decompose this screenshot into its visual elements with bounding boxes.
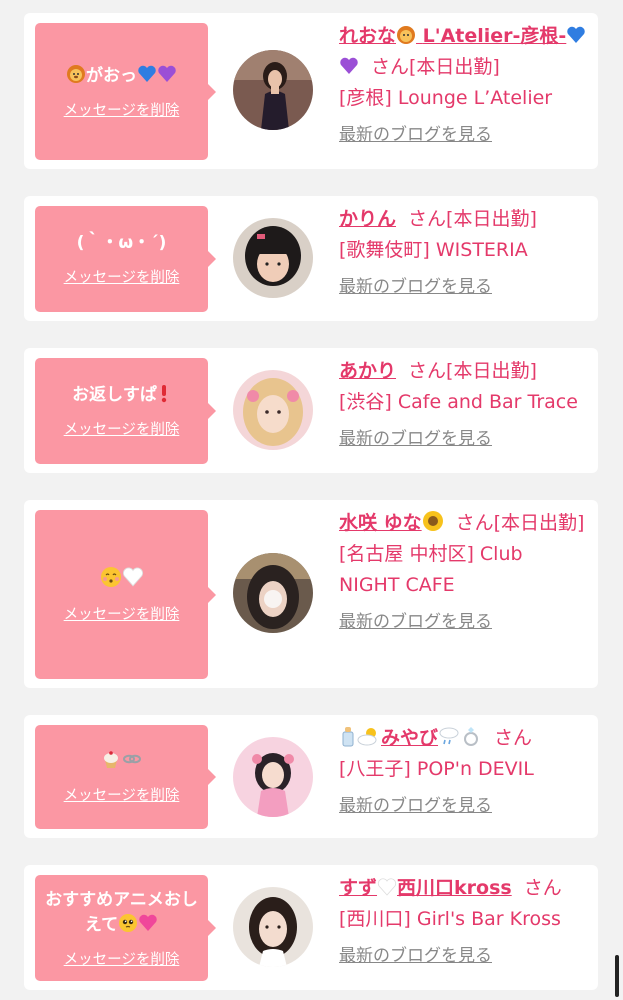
honorific: さん xyxy=(523,877,562,899)
latest-blog-link[interactable]: 最新のブログを見る xyxy=(339,607,589,638)
shop-name: [歌舞伎町] WISTERIA xyxy=(339,239,528,261)
exclamation-icon xyxy=(161,385,167,403)
message-bubble: メッセージを削除 xyxy=(35,510,216,679)
sunflower-icon xyxy=(422,511,443,531)
honorific: さん xyxy=(408,360,447,382)
cast-name-link[interactable]: かりん xyxy=(339,208,396,230)
latest-blog-link[interactable]: 最新のブログを見る xyxy=(339,791,589,822)
cast-info: あかり さん[本日出勤] [渋谷] Cafe and Bar Trace 最新のブ… xyxy=(339,356,589,455)
avatar-woman-dark-dress-icon xyxy=(233,50,313,130)
message-text xyxy=(101,749,143,774)
latest-blog-link[interactable]: 最新のブログを見る xyxy=(339,120,589,151)
honorific: さん xyxy=(455,512,494,534)
cast-name-link[interactable]: 水咲 ゆな xyxy=(339,511,444,534)
white-heart-icon xyxy=(377,878,397,896)
cast-name-link[interactable]: すず 西川口kross xyxy=(339,877,512,899)
message-text xyxy=(100,566,144,593)
baby-bottle-icon xyxy=(342,727,354,747)
delete-message-link[interactable]: メッセージを削除 xyxy=(64,266,180,287)
honorific: さん xyxy=(494,727,533,749)
purple-heart-icon xyxy=(340,57,358,74)
cast-info: 水咲 ゆな さん[本日出勤] [名古屋 中村区] Club NIGHT CAFE … xyxy=(339,508,589,638)
message-text: おすすめアニメおしえて xyxy=(45,889,198,935)
message-card: メッセージを削除 みやび さん [八王子] POP'n DEVIL 最新のブログを… xyxy=(24,715,598,838)
message-text: お返しすぱ xyxy=(72,383,171,408)
message-bubble: メッセージを削除 xyxy=(35,725,216,829)
cast-info: すず 西川口kross さん [西川口] Girl's Bar Kross 最新のブ… xyxy=(339,873,589,972)
ring-icon xyxy=(464,727,479,746)
work-status: [本日出勤] xyxy=(446,360,537,382)
message-bubble: がおっ メッセージを削除 xyxy=(35,23,216,160)
delete-message-link[interactable]: メッセージを削除 xyxy=(64,784,180,805)
sun-cloud-icon xyxy=(357,728,377,746)
white-heart-icon xyxy=(122,567,143,586)
cloud-rain-icon xyxy=(439,727,459,745)
work-status: [本日出勤] xyxy=(446,208,537,230)
cast-name-link[interactable]: みやび xyxy=(339,727,482,749)
avatar[interactable] xyxy=(233,370,313,450)
message-card: がおっ メッセージを削除 れおな L'Atelier-彦根-さん[本日出勤] [… xyxy=(24,13,598,169)
work-status: [本日出勤] xyxy=(409,56,500,78)
work-status: [本日出勤] xyxy=(493,512,585,534)
kissing-face-icon xyxy=(100,566,121,587)
message-bubble: お返しすぱ メッセージを削除 xyxy=(35,358,216,464)
avatar[interactable] xyxy=(233,218,313,298)
scrollbar[interactable] xyxy=(615,955,619,997)
message-card: おすすめアニメおしえて メッセージを削除 すず 西川口kross さん [西川口] … xyxy=(24,865,598,990)
honorific: さん xyxy=(371,56,410,78)
link-icon xyxy=(122,754,141,764)
shop-name: [名古屋 中村区] Club NIGHT CAFE xyxy=(339,543,523,596)
message-text: (｀・ω・´) xyxy=(76,233,167,253)
avatar-pink-idol-icon xyxy=(233,737,313,817)
avatar[interactable] xyxy=(233,553,313,633)
avatar[interactable] xyxy=(233,737,313,817)
lion-face-icon xyxy=(67,64,85,83)
shop-name: [西川口] Girl's Bar Kross xyxy=(339,908,561,930)
cast-info: れおな L'Atelier-彦根-さん[本日出勤] [彦根] Lounge L’… xyxy=(339,21,589,151)
message-bubble: (｀・ω・´) メッセージを削除 xyxy=(35,206,216,312)
avatar[interactable] xyxy=(233,887,313,967)
delete-message-link[interactable]: メッセージを削除 xyxy=(64,948,180,969)
shop-name: [彦根] Lounge L’Atelier xyxy=(339,87,553,109)
cupcake-icon xyxy=(103,751,118,768)
message-bubble: おすすめアニメおしえて メッセージを削除 xyxy=(35,875,216,981)
message-card: お返しすぱ メッセージを削除 あかり さん[本日出勤] [渋谷] Cafe and… xyxy=(24,348,598,473)
avatar-dark-hair-icon xyxy=(233,553,313,633)
honorific: さん xyxy=(408,208,447,230)
lion-face-icon xyxy=(397,26,416,44)
shop-name: [八王子] POP'n DEVIL xyxy=(339,758,534,780)
pleading-face-icon xyxy=(119,913,138,932)
avatar-blonde-pink-icon xyxy=(233,370,313,450)
delete-message-link[interactable]: メッセージを削除 xyxy=(64,418,180,439)
avatar-child-bob-hair-icon xyxy=(233,218,313,298)
delete-message-link[interactable]: メッセージを削除 xyxy=(64,603,180,624)
avatar-woman-light-icon xyxy=(233,887,313,967)
avatar[interactable] xyxy=(233,50,313,130)
latest-blog-link[interactable]: 最新のブログを見る xyxy=(339,424,589,455)
message-text: がおっ xyxy=(66,64,177,89)
blue-heart-icon xyxy=(138,65,156,82)
latest-blog-link[interactable]: 最新のブログを見る xyxy=(339,272,589,303)
message-card: (｀・ω・´) メッセージを削除 かりん さん[本日出勤] [歌舞伎町] WIST… xyxy=(24,196,598,321)
blue-heart-icon xyxy=(567,26,586,43)
message-card: メッセージを削除 水咲 ゆな さん[本日出勤] [名古屋 中村区] Club NI… xyxy=(24,500,598,688)
cast-name-link[interactable]: あかり xyxy=(339,360,396,382)
delete-message-link[interactable]: メッセージを削除 xyxy=(64,99,180,120)
latest-blog-link[interactable]: 最新のブログを見る xyxy=(339,941,589,972)
cast-info: かりん さん[本日出勤] [歌舞伎町] WISTERIA 最新のブログを見る xyxy=(339,204,589,303)
shop-name: [渋谷] Cafe and Bar Trace xyxy=(339,391,578,413)
purple-heart-icon xyxy=(158,65,176,82)
pink-heart-icon xyxy=(139,914,157,931)
cast-info: みやび さん [八王子] POP'n DEVIL 最新のブログを見る xyxy=(339,723,589,822)
